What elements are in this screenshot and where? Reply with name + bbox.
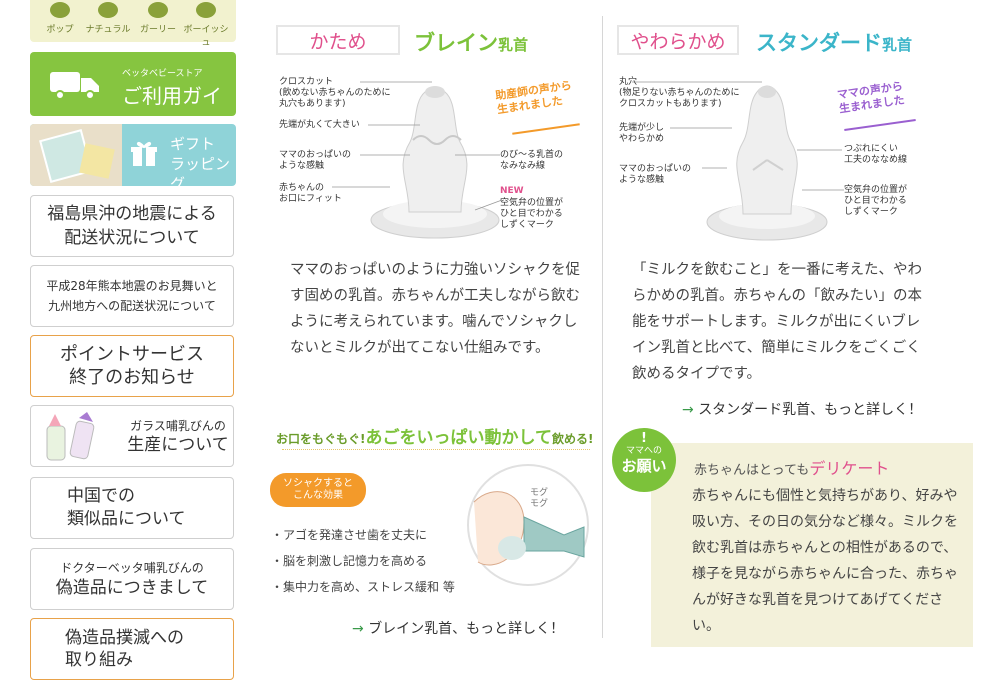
effects-list: ・アゴを発達させ歯を丈夫に ・脳を刺激し記憶力を高める ・集中力を高め、ストレス…	[271, 522, 455, 600]
standard-description: 「ミルクを飲むこと」を一番に考えた、やわらかめの乳首。赤ちゃんの「飲みたい」の本…	[632, 262, 922, 382]
gift-wrapping-banner[interactable]: ギフト ラッピング	[30, 124, 236, 186]
flower-icon	[148, 2, 168, 18]
chewing-headline: お口をもぐもぐ!あごをいっぱい動かして飲める!	[276, 428, 594, 448]
brain-details-link[interactable]: → ブレイン乳首、もっと詳しく！	[352, 618, 564, 638]
effect-item: ・脳を刺激し記憶力を高める	[271, 554, 428, 568]
label-baby-fit: 赤ちゃんの お口にフィット	[279, 183, 342, 204]
sidebar-item-counterfeit-notice[interactable]: ドクターベッタ哺乳びんの 偽造品につきまして	[30, 548, 234, 610]
label-round-hole: 丸穴 (物足りない赤ちゃんのために クロスカットもあります)	[619, 77, 740, 109]
truck-icon	[50, 70, 102, 100]
label-mom-feel-right: ママのおっぱいの ような感触	[619, 164, 692, 185]
chewing-effect-badge: ソシャクすると こんな効果	[270, 473, 366, 507]
gift-icon	[130, 140, 158, 168]
style-pop[interactable]: ポップ	[36, 0, 84, 35]
label-wave-line: のび～る乳首の なみなみ線	[500, 150, 564, 171]
style-selector: ポップ ナチュラル ガーリー ボーイッシュ	[30, 0, 236, 48]
delicate-tip-body: 赤ちゃんにも個性と気持ちがあり、好みや吸い方、その日の気分など様々。ミルクを飲む…	[692, 488, 958, 634]
sidebar-item-anti-counterfeit[interactable]: 偽造品撲滅への 取り組み	[30, 618, 234, 680]
label-soft-tip: 先端が少し やわらかめ	[619, 123, 665, 144]
label-mom-feel: ママのおっぱいの ような感触	[279, 150, 352, 171]
label-new-badge: NEW	[500, 186, 524, 196]
baby-feeding-illustration	[467, 464, 589, 586]
sidebar-item-fukushima-earthquake[interactable]: 福島県沖の地震による 配送状況について	[30, 195, 234, 257]
sidebar-item-glass-bottle-production[interactable]: ガラス哺乳びんの 生産について	[30, 405, 234, 467]
gift-label: ギフト ラッピング	[170, 135, 231, 186]
label-anti-collapse: つぶれにくい 工夫のななめ線	[844, 144, 908, 165]
sidebar-item-point-service-end[interactable]: ポイントサービス 終了のお知らせ	[30, 335, 234, 397]
chewing-sound-text: モグ モグ	[530, 488, 549, 509]
sidebar-item-china-similar-products[interactable]: 中国での 類似品について	[30, 477, 234, 539]
style-natural[interactable]: ナチュラル	[84, 0, 132, 35]
standard-details-link[interactable]: → スタンダード乳首、もっと詳しく！	[682, 399, 922, 419]
effect-item: ・集中力を高め、ストレス緩和 等	[271, 580, 455, 594]
brain-nipple-title: ブレイン乳首	[414, 31, 529, 55]
ball-icon	[196, 2, 216, 18]
request-badge: ! ママへの お願い	[612, 428, 676, 492]
style-girly[interactable]: ガーリー	[134, 0, 182, 35]
gift-photo	[30, 124, 122, 186]
guide-subtitle: ベッタベビーストア	[122, 69, 203, 79]
label-round-tip: 先端が丸くて大きい	[279, 120, 360, 130]
star-icon	[50, 2, 70, 18]
delicate-tip-title: 赤ちゃんはとってもデリケート	[694, 459, 890, 478]
label-valve-mark-right: 空気弁の位置が ひと目でわかる しずくマーク	[844, 185, 908, 217]
firmness-tag-soft: やわらかめ	[617, 25, 739, 55]
sidebar-item-kumamoto-earthquake[interactable]: 平成28年熊本地震のお見舞いと 九州地方への配送状況について	[30, 265, 234, 327]
headline-underline	[282, 447, 590, 450]
label-valve-mark: 空気弁の位置が ひと目でわかる しずくマーク	[500, 198, 564, 230]
leaf-icon	[98, 2, 118, 18]
standard-nipple-title: スタンダード乳首	[756, 31, 913, 55]
user-guide-banner[interactable]: ベッタベビーストア ご利用ガイド	[30, 52, 236, 137]
brain-description: ママのおっぱいのように力強いソシャクを促す固めの乳首。赤ちゃんが工夫しながら飲む…	[290, 262, 580, 356]
firmness-tag-hard: かため	[276, 25, 400, 55]
effect-item: ・アゴを発達させ歯を丈夫に	[271, 528, 428, 542]
bottle-illustration	[39, 412, 115, 462]
label-cross-cut: クロスカット (飲めない赤ちゃんのために 丸穴もあります)	[279, 77, 391, 109]
style-boyish[interactable]: ボーイッシュ	[182, 0, 230, 48]
